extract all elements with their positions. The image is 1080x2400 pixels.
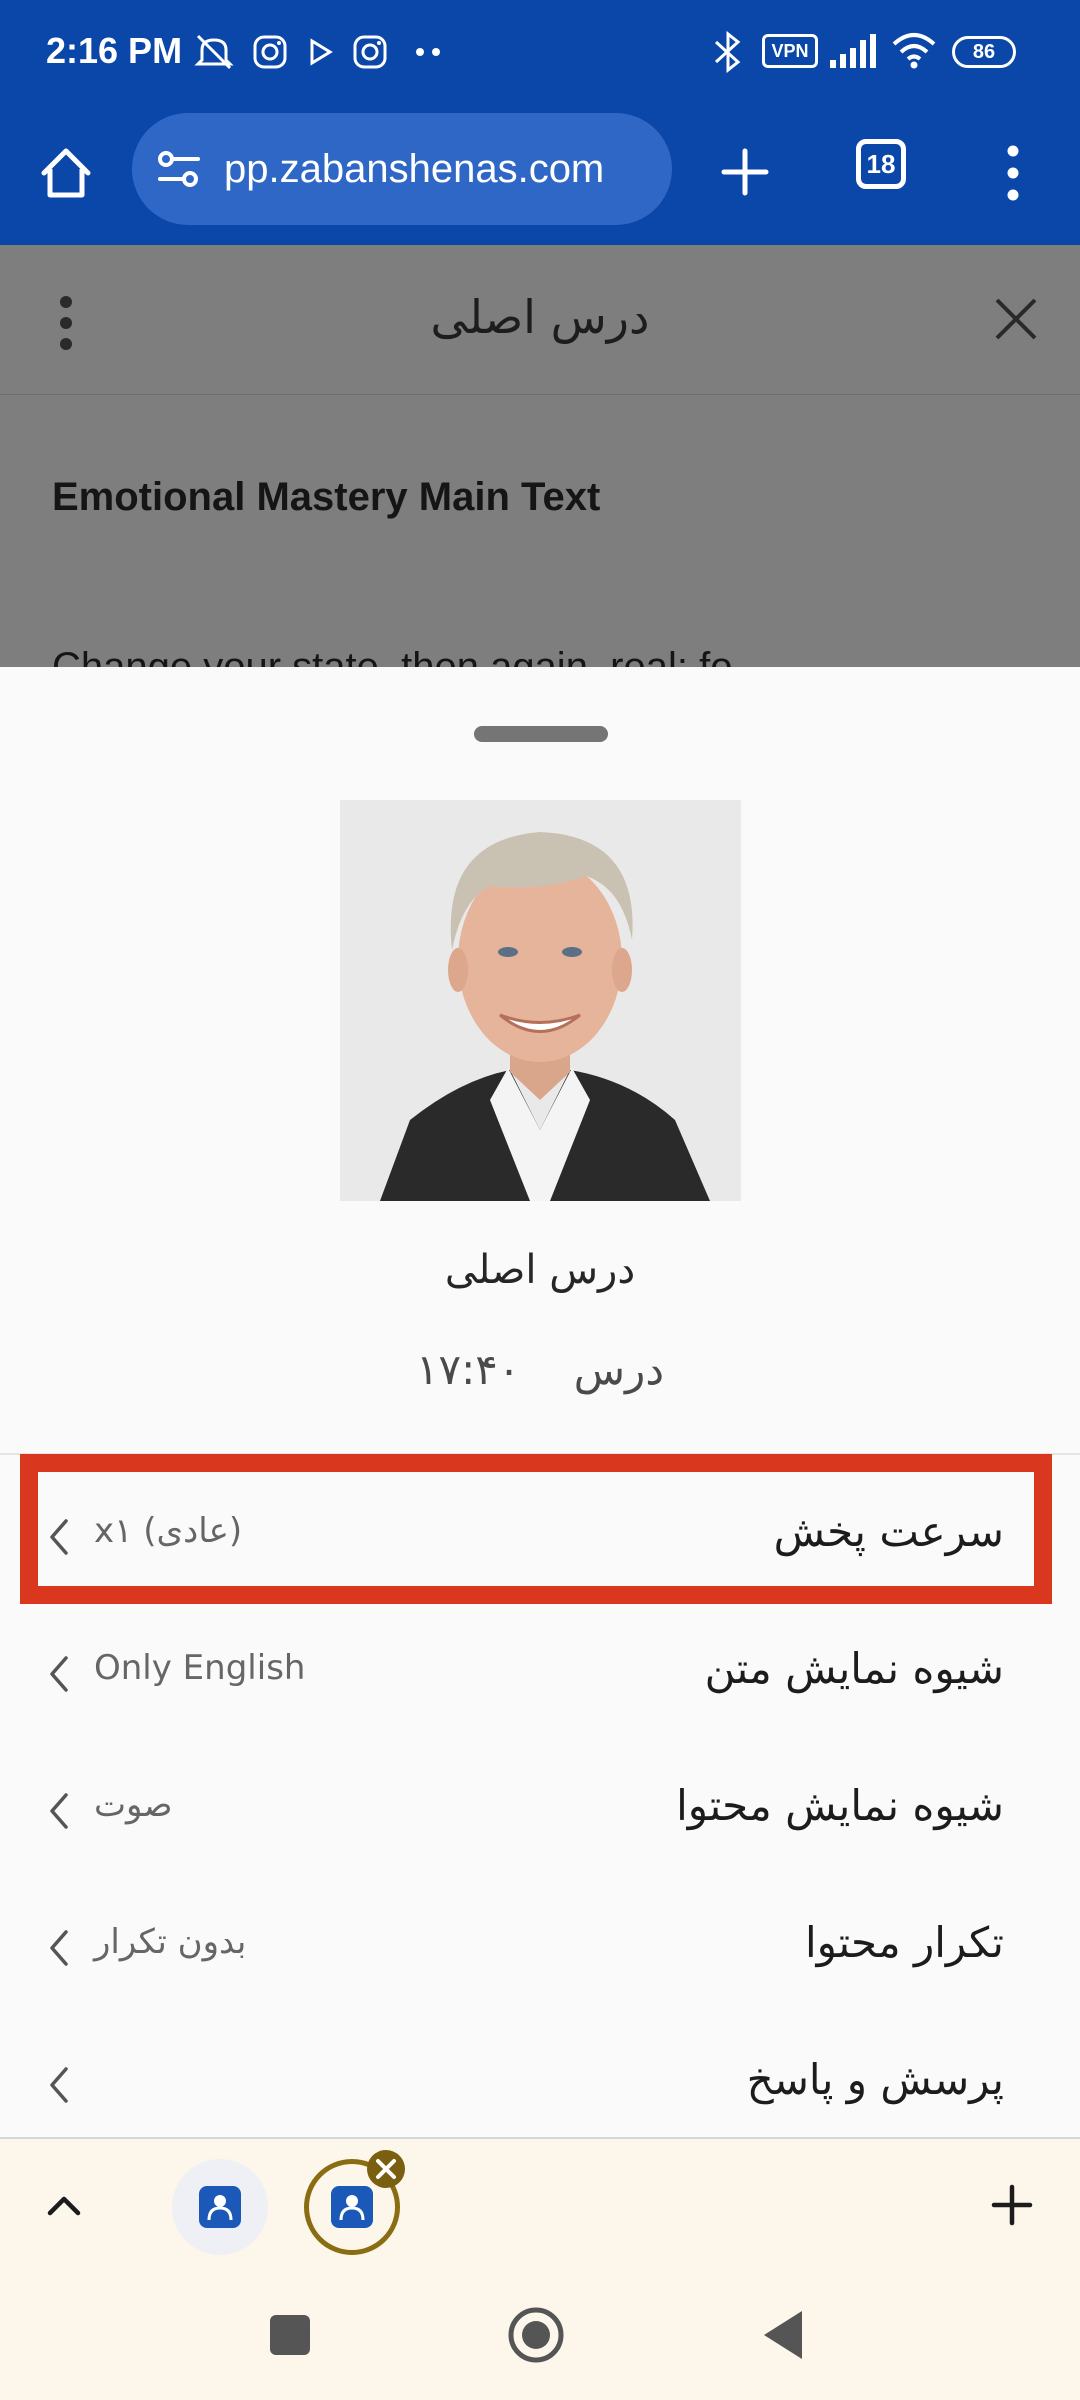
battery-icon: 86 xyxy=(952,36,1016,68)
menu-item-label: شیوه نمایش متن xyxy=(704,1644,1004,1693)
play-icon xyxy=(310,38,333,66)
add-tab-icon[interactable] xyxy=(990,2183,1034,2227)
bluetooth-icon xyxy=(714,30,741,74)
new-tab-icon[interactable] xyxy=(718,145,772,199)
lesson-header: درس اصلی xyxy=(0,245,1080,395)
home-circle-icon[interactable] xyxy=(506,2305,566,2365)
chevron-left-icon xyxy=(50,1793,68,1829)
back-triangle-icon[interactable] xyxy=(760,2309,806,2361)
drag-handle[interactable] xyxy=(474,726,608,742)
content-line: Change your state, then again, real: fo xyxy=(52,645,733,667)
chevron-left-icon xyxy=(50,1656,68,1692)
vpn-icon: VPN xyxy=(762,34,818,68)
tab-switcher-icon[interactable]: 18 xyxy=(856,139,906,189)
menu-item-value: صوت xyxy=(94,1785,173,1825)
menu-item-content-display[interactable]: صوت شیوه نمایش محتوا xyxy=(0,1741,1080,1878)
instagram-icon xyxy=(353,35,387,69)
sheet-subtitle: درس ۱۷:۴۰ xyxy=(0,1345,1080,1394)
menu-item-label: پرسش و پاسخ xyxy=(746,2055,1004,2104)
tab-strip xyxy=(0,2137,1080,2267)
lesson-type-label: درس xyxy=(573,1345,665,1394)
url-bar[interactable]: pp.zabanshenas.com xyxy=(132,113,672,225)
menu-item-label: شیوه نمایش محتوا xyxy=(676,1781,1004,1830)
instagram-icon xyxy=(253,35,287,69)
wifi-icon xyxy=(892,33,936,69)
close-badge-icon[interactable] xyxy=(366,2149,406,2189)
menu-item-text-display[interactable]: Only English شیوه نمایش متن xyxy=(0,1604,1080,1741)
system-nav-bar xyxy=(0,2267,1080,2400)
home-icon[interactable] xyxy=(36,143,96,203)
lesson-options-sheet: درس اصلی درس ۱۷:۴۰ x۱ (عادی) سرعت پخش On… xyxy=(0,667,1080,2137)
content-heading: Emotional Mastery Main Text xyxy=(52,475,601,519)
status-time: 2:16 PM xyxy=(46,30,183,71)
url-text: pp.zabanshenas.com xyxy=(224,147,605,191)
menu-item-value: Only English xyxy=(94,1648,306,1688)
status-bar: 2:16 PM VPN 86 xyxy=(0,0,1080,105)
lesson-header-title: درس اصلی xyxy=(430,290,650,344)
chevron-left-icon xyxy=(50,2067,68,2103)
lesson-duration: ۱۷:۴۰ xyxy=(415,1345,521,1394)
tab-count: 18 xyxy=(866,149,896,179)
close-icon[interactable] xyxy=(994,297,1038,341)
app-tab[interactable] xyxy=(172,2159,268,2255)
vpn-label: VPN xyxy=(771,41,809,61)
app-tab-active-icon xyxy=(331,2186,373,2228)
app-tab-icon xyxy=(199,2186,241,2228)
menu-item-label: تکرار محتوا xyxy=(804,1918,1004,1967)
mute-icon xyxy=(194,34,234,70)
recents-square-icon[interactable] xyxy=(268,2313,312,2357)
menu-icon[interactable] xyxy=(1000,143,1026,203)
chevron-up-icon[interactable] xyxy=(46,2193,82,2217)
menu-item-content-repeat[interactable]: بدون تکرار تکرار محتوا xyxy=(0,1878,1080,2015)
site-settings-icon[interactable] xyxy=(156,149,202,189)
menu-item-value: بدون تکرار xyxy=(94,1922,247,1962)
menu-item-qa[interactable]: پرسش و پاسخ xyxy=(0,2015,1080,2152)
chevron-left-icon xyxy=(50,1930,68,1966)
sheet-title: درس اصلی xyxy=(444,1247,636,1293)
highlight-box xyxy=(20,1454,1052,1604)
lesson-photo xyxy=(340,800,741,1201)
browser-toolbar: pp.zabanshenas.com 18 xyxy=(0,105,1080,245)
more-dots-icon xyxy=(416,48,440,56)
battery-level: 86 xyxy=(972,41,996,63)
signal-icon xyxy=(830,34,876,68)
lesson-content: Emotional Mastery Main Text Change your … xyxy=(0,395,1080,667)
person-portrait-icon xyxy=(340,800,741,1201)
